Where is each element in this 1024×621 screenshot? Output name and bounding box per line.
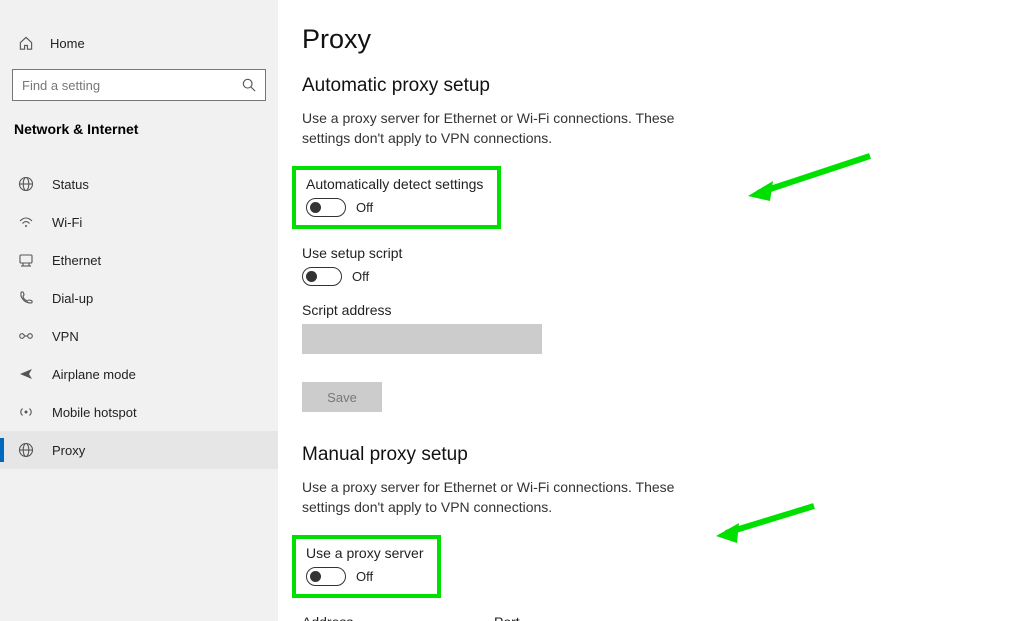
annotation-arrow-icon	[716, 498, 826, 543]
toggle-knob	[310, 571, 321, 582]
sidebar-item-hotspot[interactable]: Mobile hotspot	[0, 393, 278, 431]
sidebar-item-label: Ethernet	[52, 253, 101, 268]
use-script-toggle[interactable]	[302, 267, 342, 286]
use-proxy-state: Off	[356, 569, 373, 584]
sidebar-item-label: Airplane mode	[52, 367, 136, 382]
ethernet-icon	[18, 252, 34, 268]
script-address-label: Script address	[302, 302, 1000, 318]
auto-detect-label: Automatically detect settings	[306, 176, 483, 192]
sidebar-item-wifi[interactable]: Wi-Fi	[0, 203, 278, 241]
airplane-icon	[18, 366, 34, 382]
page-title: Proxy	[302, 24, 1000, 55]
manual-section-description: Use a proxy server for Ethernet or Wi-Fi…	[302, 478, 702, 517]
sidebar-item-vpn[interactable]: VPN	[0, 317, 278, 355]
sidebar: Home Network & Internet Status Wi-Fi Eth…	[0, 0, 278, 621]
home-label: Home	[50, 36, 85, 51]
vpn-icon	[18, 328, 34, 344]
sidebar-item-label: Dial-up	[52, 291, 93, 306]
globe-icon	[18, 176, 34, 192]
use-script-label: Use setup script	[302, 245, 1000, 261]
home-icon	[18, 36, 34, 51]
phone-icon	[18, 290, 34, 306]
sidebar-item-label: Proxy	[52, 443, 85, 458]
auto-detect-setting: Automatically detect settings Off	[292, 166, 501, 229]
sidebar-item-status[interactable]: Status	[0, 165, 278, 203]
toggle-knob	[306, 271, 317, 282]
manual-section-title: Manual proxy setup	[302, 444, 1000, 466]
globe-icon	[18, 442, 34, 458]
toggle-knob	[310, 202, 321, 213]
hotspot-icon	[18, 404, 34, 420]
sidebar-item-label: Mobile hotspot	[52, 405, 137, 420]
use-proxy-setting: Use a proxy server Off	[292, 535, 441, 598]
use-script-state: Off	[352, 269, 369, 284]
search-icon	[242, 78, 256, 92]
sidebar-item-label: VPN	[52, 329, 79, 344]
wifi-icon	[18, 214, 34, 230]
main-content: Proxy Automatic proxy setup Use a proxy …	[278, 0, 1024, 621]
sidebar-item-airplane[interactable]: Airplane mode	[0, 355, 278, 393]
sidebar-item-dialup[interactable]: Dial-up	[0, 279, 278, 317]
sidebar-item-proxy[interactable]: Proxy	[0, 431, 278, 469]
auto-detect-state: Off	[356, 200, 373, 215]
auto-section-title: Automatic proxy setup	[302, 75, 1000, 97]
port-label: Port	[494, 614, 546, 621]
annotation-arrow-icon	[748, 148, 883, 203]
category-title: Network & Internet	[0, 119, 278, 139]
auto-section-description: Use a proxy server for Ethernet or Wi-Fi…	[302, 109, 702, 148]
script-address-input	[302, 324, 542, 354]
auto-detect-toggle[interactable]	[306, 198, 346, 217]
save-button: Save	[302, 382, 382, 412]
address-label: Address	[302, 614, 482, 621]
search-input[interactable]	[22, 78, 242, 93]
sidebar-item-ethernet[interactable]: Ethernet	[0, 241, 278, 279]
use-proxy-toggle[interactable]	[306, 567, 346, 586]
use-proxy-label: Use a proxy server	[306, 545, 423, 561]
home-link[interactable]: Home	[0, 30, 278, 63]
sidebar-item-label: Wi-Fi	[52, 215, 82, 230]
sidebar-item-label: Status	[52, 177, 89, 192]
search-box[interactable]	[12, 69, 266, 101]
